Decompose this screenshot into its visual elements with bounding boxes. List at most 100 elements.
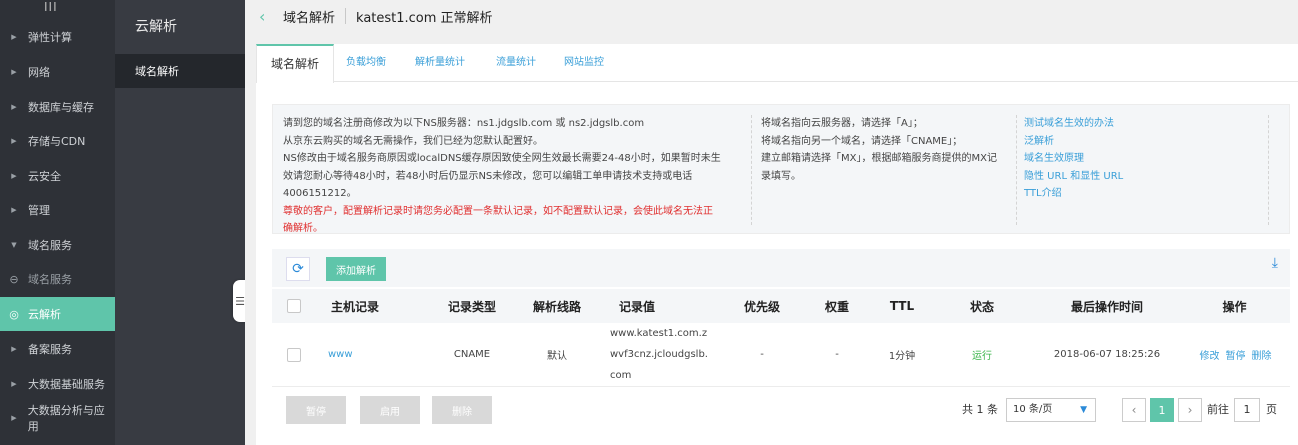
caret-right-icon: ▶ xyxy=(11,414,17,422)
default-record-warning: 尊敬的客户，配置解析记录时请您务必配置一条默认记录，如不配置默认记录，会使此域名… xyxy=(283,205,713,217)
record-line: 默认 xyxy=(547,351,567,362)
nav-item-bigdata-basic[interactable]: ▶ 大数据基础服务 xyxy=(0,367,115,401)
table-header: 主机记录 记录类型 解析线路 记录值 优先级 权重 TTL 状态 最后操作时间 … xyxy=(272,289,1290,323)
breadcrumb[interactable]: 域名解析 xyxy=(283,7,335,26)
sub-nav-item-domain-resolution[interactable]: 域名解析 xyxy=(115,54,245,88)
record-weight: - xyxy=(835,349,839,360)
goto-page-input[interactable]: 1 xyxy=(1234,398,1260,422)
domain-status-title: katest1.com 正常解析 xyxy=(356,10,493,26)
help-links: 测试域名生效的办法 泛解析 域名生效原理 隐性 URL 和显性 URL TTL介… xyxy=(1024,115,1274,203)
col-weight: 权重 xyxy=(824,299,849,314)
col-last-modified: 最后操作时间 xyxy=(1070,299,1143,314)
record-value: www.katest1.com.z wvf3cnz.jcloudgslb. co… xyxy=(610,328,708,381)
caret-right-icon: ▶ xyxy=(11,172,17,180)
page-size-select[interactable]: 10 条/页 ▼ xyxy=(1006,398,1096,422)
link-test-domain-effect[interactable]: 测试域名生效的办法 xyxy=(1024,115,1274,133)
row-checkbox[interactable] xyxy=(287,347,301,362)
left-nav: III ▶ 弹性计算 ▶ 网络 ▶ 数据库与缓存 ▶ 存储与CDN ▶ 云安全 ▶ 管理 ▼… xyxy=(0,0,115,445)
nav-item-domain-services[interactable]: ▼ 域名服务 xyxy=(0,228,115,262)
tab-query-stats[interactable]: 解析量统计 xyxy=(415,44,465,82)
chevron-left-icon: ‹ xyxy=(1131,403,1137,417)
info-box: 请到您的域名注册商修改为以下NS服务器：ns1.jdgslb.com 或 ns2… xyxy=(272,104,1290,234)
pause-link[interactable]: 暂停 xyxy=(1226,347,1246,362)
edit-link[interactable]: 修改 xyxy=(1200,347,1220,362)
link-domain-effect-principle[interactable]: 域名生效原理 xyxy=(1024,150,1274,168)
dns-icon: ◎ xyxy=(9,307,19,321)
col-priority: 优先级 xyxy=(743,299,780,314)
host-record-link[interactable]: www xyxy=(328,349,353,360)
nav-item-icp-filing[interactable]: ▶ 备案服务 xyxy=(0,332,115,366)
nav-subitem-domain-services[interactable]: ⊖ 域名服务 xyxy=(0,262,115,296)
nav-subitem-cloud-dns[interactable]: ◎ 云解析 xyxy=(0,297,115,331)
download-icon[interactable]: ⤓ xyxy=(1272,255,1278,271)
ns-instructions: 请到您的域名注册商修改为以下NS服务器：ns1.jdgslb.com 或 ns2… xyxy=(283,115,745,238)
add-record-button[interactable]: 添加解析 xyxy=(326,257,386,281)
goto-label: 前往 xyxy=(1207,403,1229,416)
chevron-right-icon: › xyxy=(1187,403,1193,417)
table-footer: 暂停 启用 删除 共 1 条 10 条/页 ▼ ‹ 1 › 前往 1 页 xyxy=(272,396,1290,432)
total-count: 共 1 条 xyxy=(962,403,998,416)
status-badge: 运行 xyxy=(972,351,992,362)
next-page-button[interactable]: › xyxy=(1178,398,1202,422)
caret-right-icon: ▶ xyxy=(11,206,17,214)
divider xyxy=(751,115,752,225)
page-button-current[interactable]: 1 xyxy=(1150,398,1174,422)
tab-bar: 域名解析 负载均衡 解析量统计 流量统计 网站监控 xyxy=(256,44,1298,83)
nav-item-storage-cdn[interactable]: ▶ 存储与CDN xyxy=(0,124,115,158)
caret-right-icon: ▶ xyxy=(11,68,17,76)
caret-right-icon: ▶ xyxy=(11,103,17,111)
globe-icon: ⊖ xyxy=(9,272,19,286)
record-type-hints: 将域名指向云服务器，请选择「A」； 将域名指向另一个域名，请选择「CNAME」；… xyxy=(761,118,997,182)
back-arrow-icon[interactable]: ‹ xyxy=(259,7,275,26)
bulk-delete-button[interactable]: 删除 xyxy=(432,396,492,424)
content-panel: 域名解析 负载均衡 解析量统计 流量统计 网站监控 请到您的域名注册商修改为以下… xyxy=(256,44,1298,445)
divider xyxy=(1268,115,1269,225)
tab-load-balancing[interactable]: 负载均衡 xyxy=(346,44,386,82)
nav-item-bigdata-analytics[interactable]: ▶ 大数据分析与应用 xyxy=(0,401,115,435)
caret-right-icon: ▶ xyxy=(11,380,17,388)
record-priority: - xyxy=(760,349,764,360)
nav-item-management[interactable]: ▶ 管理 xyxy=(0,193,115,227)
col-value: 记录值 xyxy=(618,299,655,314)
records-table: 主机记录 记录类型 解析线路 记录值 优先级 权重 TTL 状态 最后操作时间 … xyxy=(272,289,1290,387)
delete-link[interactable]: 删除 xyxy=(1252,347,1272,362)
bulk-pause-button[interactable]: 暂停 xyxy=(286,396,346,424)
col-actions: 操作 xyxy=(1222,299,1247,314)
col-ttl: TTL xyxy=(889,299,915,313)
record-last-modified: 2018-06-07 18:25:26 xyxy=(1053,349,1161,360)
prev-page-button[interactable]: ‹ xyxy=(1122,398,1146,422)
record-type: CNAME xyxy=(453,349,491,360)
link-ttl-intro[interactable]: TTL介绍 xyxy=(1024,185,1274,203)
nav-item-elastic-compute[interactable]: ▶ 弹性计算 xyxy=(0,20,115,54)
link-implicit-explicit-url[interactable]: 隐性 URL 和显性 URL xyxy=(1024,168,1274,186)
col-line: 解析线路 xyxy=(532,299,581,314)
sub-nav-title: 云解析 xyxy=(135,19,177,35)
header-bar: ‹ 域名解析 katest1.com 正常解析 xyxy=(245,0,1298,32)
col-type: 记录类型 xyxy=(447,299,496,314)
refresh-button[interactable]: ⟳ xyxy=(286,257,310,281)
tab-domain-resolution[interactable]: 域名解析 xyxy=(256,44,335,83)
select-all-checkbox[interactable] xyxy=(287,299,301,313)
row-actions: 修改 暂停 删除 xyxy=(1188,323,1283,386)
table-row: www CNAME 默认 www.katest1.com.z wvf3cnz.j… xyxy=(272,323,1290,387)
tab-site-monitor[interactable]: 网站监控 xyxy=(564,44,604,82)
breadcrumb-divider xyxy=(345,8,347,24)
caret-down-icon: ▼ xyxy=(11,241,17,249)
col-status: 状态 xyxy=(969,299,994,314)
col-host: 主机记录 xyxy=(330,299,379,314)
divider xyxy=(1016,115,1017,225)
caret-down-icon: ▼ xyxy=(1080,405,1087,415)
nav-item-network[interactable]: ▶ 网络 xyxy=(0,55,115,89)
main-content: ‹ 域名解析 katest1.com 正常解析 域名解析 负载均衡 解析量统计 … xyxy=(245,0,1298,445)
caret-right-icon: ▶ xyxy=(11,33,17,41)
tab-traffic-stats[interactable]: 流量统计 xyxy=(496,44,536,82)
nav-item-database[interactable]: ▶ 数据库与缓存 xyxy=(0,90,115,124)
menu-toggle-icon[interactable]: III xyxy=(44,0,58,14)
refresh-icon: ⟳ xyxy=(292,261,304,277)
bulk-enable-button[interactable]: 启用 xyxy=(360,396,420,424)
table-toolbar: ⟳ 添加解析 ⤓ xyxy=(272,249,1290,287)
caret-right-icon: ▶ xyxy=(11,345,17,353)
record-ttl: 1分钟 xyxy=(888,351,916,362)
nav-item-cloud-security[interactable]: ▶ 云安全 xyxy=(0,159,115,193)
link-wildcard-resolution[interactable]: 泛解析 xyxy=(1024,133,1274,151)
